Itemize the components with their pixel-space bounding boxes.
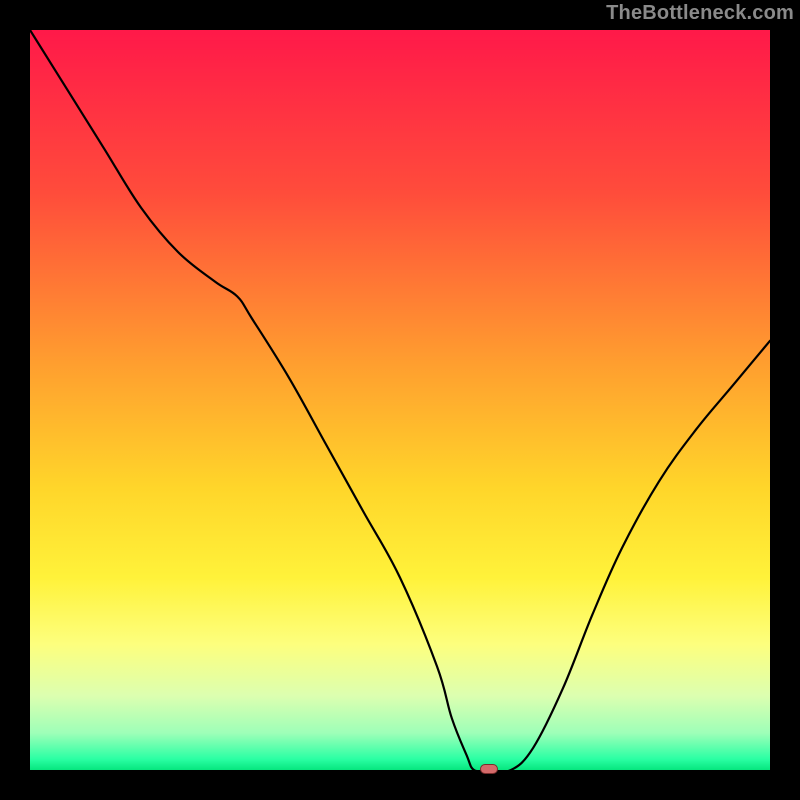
plot-area: [30, 30, 770, 770]
gradient-background: [30, 30, 770, 770]
chart-container: TheBottleneck.com: [0, 0, 800, 800]
optimal-marker: [480, 764, 498, 774]
attribution-label: TheBottleneck.com: [606, 2, 794, 25]
